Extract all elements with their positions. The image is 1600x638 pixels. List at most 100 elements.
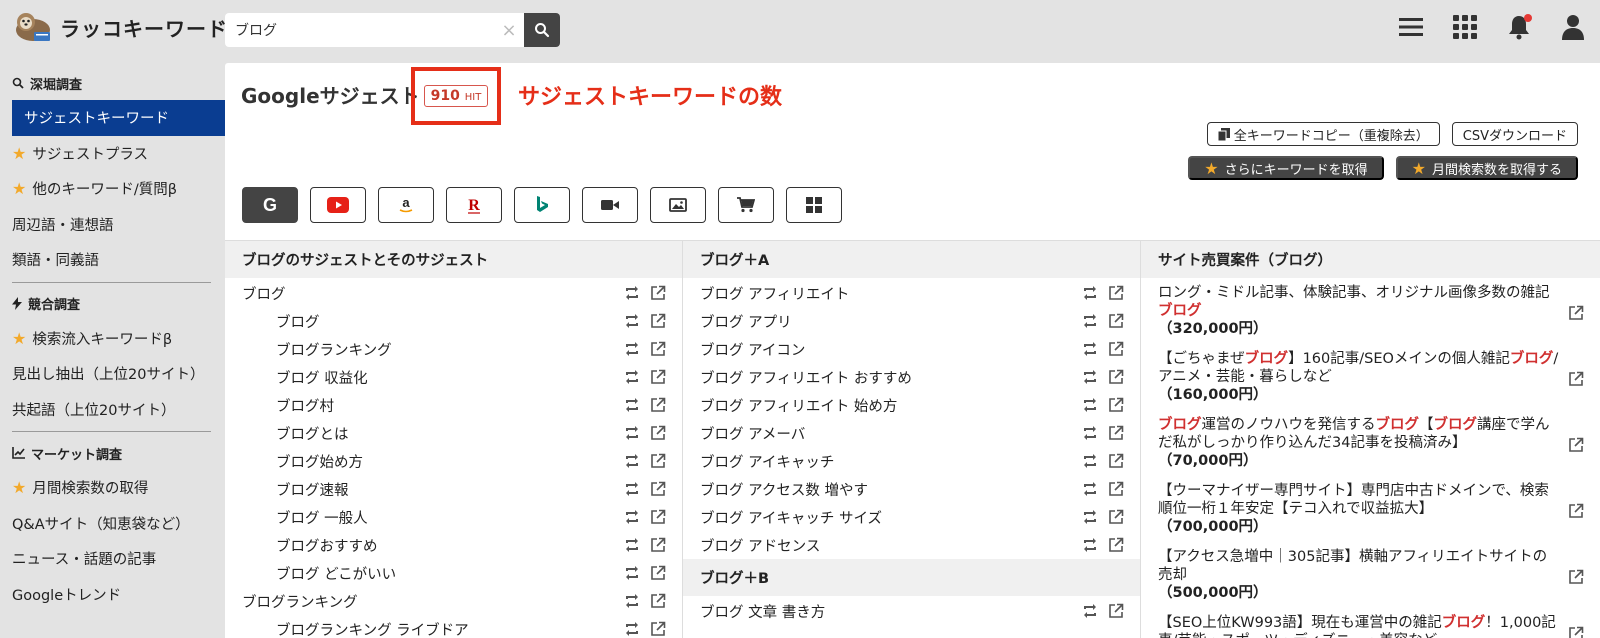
retweet-icon[interactable] xyxy=(624,565,640,581)
tab-rakuten[interactable]: R xyxy=(446,187,502,223)
sidebar-item-related-words[interactable]: 周辺語・連想語 xyxy=(0,207,225,243)
keyword-text[interactable]: ブログ アイキャッチ サイズ xyxy=(683,507,882,528)
keyword-text[interactable]: ブログ アクセス数 増やす xyxy=(683,479,868,500)
retweet-icon[interactable] xyxy=(1082,481,1098,497)
external-link-icon[interactable] xyxy=(650,453,666,469)
keyword-row[interactable]: ブログ アイキャッチ xyxy=(683,447,1140,475)
external-link-icon[interactable] xyxy=(650,425,666,441)
keyword-text[interactable]: ブログランキング ライブドア xyxy=(225,619,469,638)
retweet-icon[interactable] xyxy=(1082,537,1098,553)
keyword-text[interactable]: ブログ 一般人 xyxy=(225,507,368,528)
tab-shopping[interactable] xyxy=(718,187,774,223)
keyword-row[interactable]: ブログおすすめ xyxy=(225,531,682,559)
retweet-icon[interactable] xyxy=(624,481,640,497)
sidebar-item-suggest-plus[interactable]: ★ サジェストプラス xyxy=(0,136,225,172)
copy-all-keywords-button[interactable]: 全キーワードコピー（重複除去） xyxy=(1206,122,1440,146)
retweet-icon[interactable] xyxy=(624,397,640,413)
retweet-icon[interactable] xyxy=(624,341,640,357)
external-link-icon[interactable] xyxy=(650,481,666,497)
retweet-icon[interactable] xyxy=(624,593,640,609)
external-link-icon[interactable] xyxy=(1108,397,1124,413)
external-link-icon[interactable] xyxy=(1108,341,1124,357)
keyword-text[interactable]: ブログ xyxy=(225,311,320,332)
retweet-icon[interactable] xyxy=(624,537,640,553)
keyword-row[interactable]: ブログ アフィリエイト xyxy=(683,279,1140,307)
keyword-row[interactable]: ブログ xyxy=(225,307,682,335)
keyword-text[interactable]: ブログ アフィリエイト 始め方 xyxy=(683,395,897,416)
retweet-icon[interactable] xyxy=(624,453,640,469)
tab-apps[interactable] xyxy=(786,187,842,223)
listing-item[interactable]: 【アクセス急増中｜305記事】横軸アフィリエイトサイトの売却 （500,000円） xyxy=(1141,544,1600,606)
tab-youtube[interactable] xyxy=(310,187,366,223)
external-link-icon[interactable] xyxy=(1568,437,1584,453)
menu-icon[interactable] xyxy=(1398,12,1424,42)
listing-title[interactable]: 【ごちゃまぜブログ】160記事/SEOメインの個人雑記ブログ/アニメ・芸能・暮ら… xyxy=(1158,351,1558,385)
keyword-row[interactable]: ブログ どこがいい xyxy=(225,559,682,587)
keyword-row[interactable]: ブログ アメーバ xyxy=(683,419,1140,447)
retweet-icon[interactable] xyxy=(1082,509,1098,525)
keyword-row[interactable]: ブログランキング ライブドア xyxy=(225,615,682,638)
listing-item[interactable]: 【ウーマナイザー専門サイト】専門店中古ドメインで、検索順位一桁１年安定【テコ入れ… xyxy=(1141,478,1600,540)
external-link-icon[interactable] xyxy=(1108,509,1124,525)
apps-grid-icon[interactable] xyxy=(1452,12,1478,42)
sidebar-item-qa-sites[interactable]: Q&Aサイト（知恵袋など） xyxy=(0,506,225,542)
keyword-text[interactable]: ブログ速報 xyxy=(225,479,349,500)
bell-icon[interactable] xyxy=(1506,12,1532,42)
keyword-row[interactable]: ブログ速報 xyxy=(225,475,682,503)
external-link-icon[interactable] xyxy=(650,621,666,637)
external-link-icon[interactable] xyxy=(1108,425,1124,441)
retweet-icon[interactable] xyxy=(624,313,640,329)
keyword-row[interactable]: ブログ アイキャッチ サイズ xyxy=(683,503,1140,531)
csv-download-button[interactable]: CSVダウンロード xyxy=(1451,122,1578,146)
keyword-text[interactable]: ブログランキング xyxy=(225,339,392,360)
retweet-icon[interactable] xyxy=(624,509,640,525)
keyword-text[interactable]: ブログ アドセンス xyxy=(683,535,820,556)
keyword-text[interactable]: ブログ アイコン xyxy=(683,339,805,360)
external-link-icon[interactable] xyxy=(650,537,666,553)
listing-title[interactable]: ブログ運営のノウハウを発信するブログ【ブログ講座で学んだ私がしっかり作り込んだ3… xyxy=(1158,417,1550,451)
keyword-row[interactable]: ブログランキング xyxy=(225,335,682,363)
sidebar-item-cooccurrence[interactable]: 共起語（上位20サイト） xyxy=(0,392,225,428)
keyword-row[interactable]: ブログ アクセス数 増やす xyxy=(683,475,1140,503)
sidebar-item-other-keywords[interactable]: ★ 他のキーワード/質問β xyxy=(0,171,225,207)
retweet-icon[interactable] xyxy=(1082,313,1098,329)
listing-title[interactable]: 【ウーマナイザー専門サイト】専門店中古ドメインで、検索順位一桁１年安定【テコ入れ… xyxy=(1158,483,1549,517)
sidebar-item-suggest-keyword[interactable]: サジェストキーワード xyxy=(12,100,225,136)
external-link-icon[interactable] xyxy=(1108,481,1124,497)
keyword-text[interactable]: ブログおすすめ xyxy=(225,535,378,556)
external-link-icon[interactable] xyxy=(1568,305,1584,321)
keyword-text[interactable]: ブログランキング xyxy=(225,591,358,612)
keyword-text[interactable]: ブログ どこがいい xyxy=(225,563,396,584)
retweet-icon[interactable] xyxy=(624,369,640,385)
search-input[interactable] xyxy=(225,13,495,47)
keyword-text[interactable]: ブログ アプリ xyxy=(683,311,792,332)
keyword-text[interactable]: ブログ 収益化 xyxy=(225,367,368,388)
search-button[interactable] xyxy=(524,13,560,47)
listing-title[interactable]: 【SEO上位KW993語】現在も運営中の雑記ブログ！1,000記事/芸能・スポー… xyxy=(1158,615,1556,638)
retweet-icon[interactable] xyxy=(624,285,640,301)
keyword-text[interactable]: ブログ アメーバ xyxy=(683,423,805,444)
keyword-text[interactable]: ブログ 文章 書き方 xyxy=(683,601,825,622)
retweet-icon[interactable] xyxy=(1082,453,1098,469)
external-link-icon[interactable] xyxy=(1568,626,1584,638)
get-more-keywords-button[interactable]: ★ さらにキーワードを取得 xyxy=(1188,156,1384,180)
external-link-icon[interactable] xyxy=(650,565,666,581)
listing-item[interactable]: 【ごちゃまぜブログ】160記事/SEOメインの個人雑記ブログ/アニメ・芸能・暮ら… xyxy=(1141,346,1600,408)
sidebar-item-search-inflow[interactable]: ★ 検索流入キーワードβ xyxy=(0,321,225,357)
keyword-row[interactable]: ブログ アフィリエイト おすすめ xyxy=(683,363,1140,391)
keyword-row[interactable]: ブログ アプリ xyxy=(683,307,1140,335)
keyword-text[interactable]: ブログ アフィリエイト xyxy=(683,283,849,304)
sidebar-item-heading-extract[interactable]: 見出し抽出（上位20サイト） xyxy=(0,356,225,392)
listing-item[interactable]: ロング・ミドル記事、体験記事、オリジナル画像多数の雑記ブログ （320,000円） xyxy=(1141,280,1600,342)
tab-google[interactable]: G xyxy=(242,187,298,223)
keyword-row[interactable]: ブログランキング xyxy=(225,587,682,615)
sidebar-item-monthly-volume[interactable]: ★ 月間検索数の取得 xyxy=(0,470,225,506)
keyword-row[interactable]: ブログ村 xyxy=(225,391,682,419)
keyword-row[interactable]: ブログ xyxy=(225,279,682,307)
listing-title[interactable]: ロング・ミドル記事、体験記事、オリジナル画像多数の雑記ブログ xyxy=(1158,285,1550,319)
sidebar-item-google-trends[interactable]: Googleトレンド xyxy=(0,577,225,613)
external-link-icon[interactable] xyxy=(1108,285,1124,301)
retweet-icon[interactable] xyxy=(1082,603,1098,619)
keyword-row[interactable]: ブログ始め方 xyxy=(225,447,682,475)
keyword-text[interactable]: ブログ始め方 xyxy=(225,451,363,472)
